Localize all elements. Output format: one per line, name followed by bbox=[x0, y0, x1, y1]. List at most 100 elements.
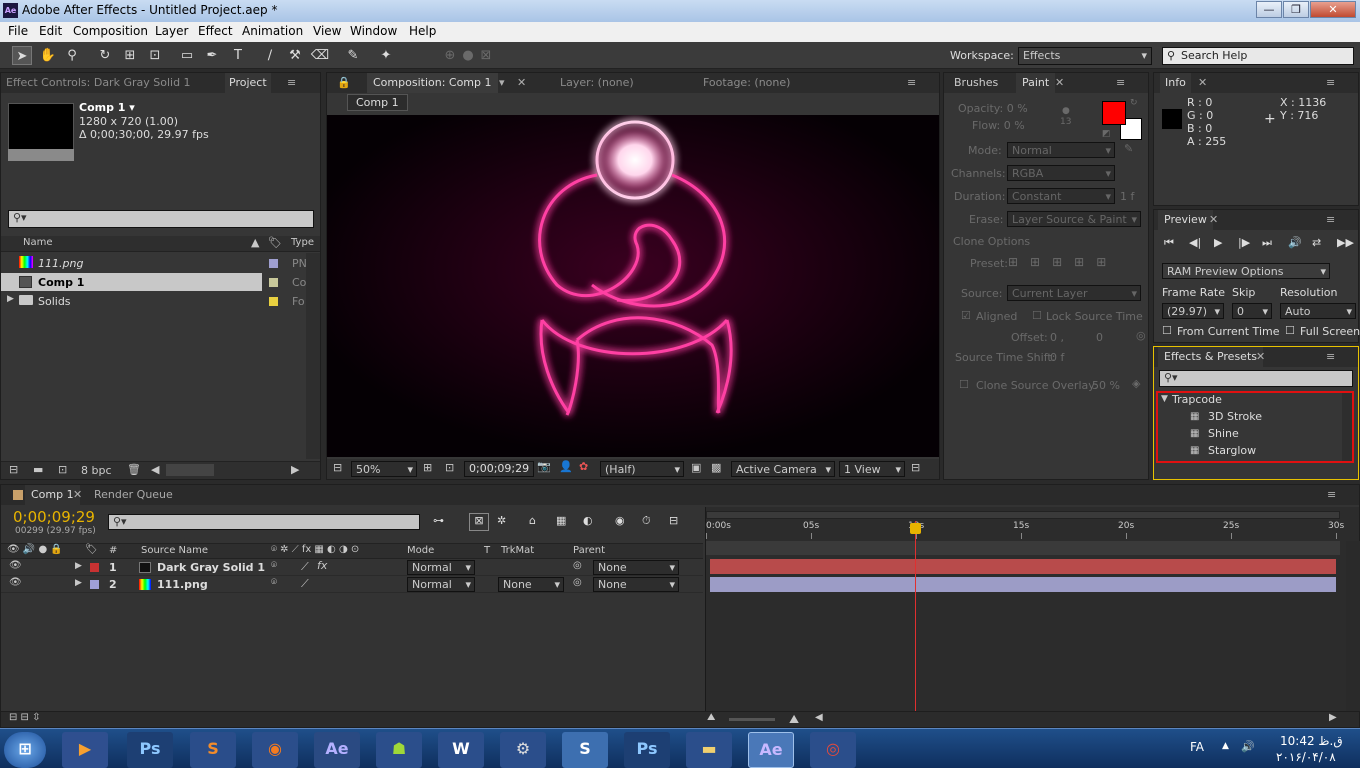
trash-icon[interactable]: 🗑 bbox=[127, 463, 141, 476]
layer-mode-dropdown[interactable]: Normal ▾ bbox=[407, 577, 475, 592]
pan-behind-tool-icon[interactable]: ⊡ bbox=[145, 46, 165, 65]
tab-footage[interactable]: Footage: (none) bbox=[703, 73, 790, 93]
view-layout-dropdown[interactable]: 1 View ▾ bbox=[839, 461, 905, 477]
close-tab-icon[interactable]: ✕ bbox=[517, 73, 526, 93]
minimize-button[interactable]: — bbox=[1256, 1, 1282, 18]
timeline-search-input[interactable]: ⚲▾ bbox=[108, 514, 420, 530]
scroll-right-icon[interactable]: ▶ bbox=[1329, 712, 1337, 723]
eraser-tool-icon[interactable]: ⌫ bbox=[310, 46, 330, 65]
tab-project[interactable]: Project bbox=[225, 73, 271, 93]
layer-name[interactable]: 111.png bbox=[157, 578, 208, 591]
shy-switch-icon[interactable]: ⌾ bbox=[271, 560, 277, 571]
panel-menu-icon[interactable]: ≡ bbox=[1326, 210, 1335, 230]
expand-arrow-icon[interactable]: ▶ bbox=[75, 578, 82, 588]
clock-date[interactable]: ۲۰۱۶/۰۴/۰۸ bbox=[1276, 750, 1336, 764]
restore-button[interactable]: ❐ bbox=[1283, 1, 1309, 18]
brush-tool-icon[interactable]: ∕ bbox=[260, 46, 280, 65]
software-icon[interactable]: S bbox=[190, 732, 236, 768]
clone-overlay-checkbox[interactable]: ☐ bbox=[959, 378, 969, 391]
full-screen-checkbox[interactable]: ☐ bbox=[1285, 324, 1295, 337]
menu-edit[interactable]: Edit bbox=[39, 24, 62, 38]
zoom-in-icon[interactable]: ⛰ bbox=[789, 712, 799, 727]
menu-animation[interactable]: Animation bbox=[242, 24, 303, 38]
col-mode[interactable]: Mode bbox=[407, 545, 434, 556]
scroll-left-icon[interactable]: ◀ bbox=[151, 463, 159, 476]
foreground-color-swatch[interactable] bbox=[1102, 101, 1126, 125]
selection-tool-icon[interactable]: ➤ bbox=[12, 46, 32, 65]
source-dropdown[interactable]: Current Layer ▾ bbox=[1007, 285, 1141, 301]
col-t[interactable]: T bbox=[484, 545, 490, 556]
brainstorm-icon[interactable]: ◉ bbox=[615, 514, 625, 527]
android-icon[interactable]: ☗ bbox=[376, 732, 422, 768]
source-time-shift-value[interactable]: 0 f bbox=[1050, 351, 1064, 364]
label-color[interactable] bbox=[269, 278, 278, 287]
camera-tool-icon[interactable]: ⊞ bbox=[120, 46, 140, 65]
duration-dropdown[interactable]: Constant ▾ bbox=[1007, 188, 1115, 204]
col-name[interactable]: Name bbox=[23, 237, 53, 248]
chrome-icon[interactable]: ◎ bbox=[810, 732, 856, 768]
menu-composition[interactable]: Composition bbox=[73, 24, 148, 38]
resolution-dropdown[interactable]: Auto ▾ bbox=[1280, 303, 1356, 319]
rotate-tool-icon[interactable]: ↻ bbox=[95, 46, 115, 65]
visibility-eye-icon[interactable]: 👁 bbox=[9, 560, 22, 571]
table-row[interactable]: 👁 ▶ 1 Dark Gray Solid 1 ⌾ ⟋ fx Normal ▾ ◎… bbox=[1, 559, 703, 576]
lock-icon[interactable]: 🔒 bbox=[337, 73, 351, 93]
last-frame-icon[interactable]: ⏭ bbox=[1262, 236, 1272, 250]
timeline-scrollbar[interactable] bbox=[1346, 541, 1360, 711]
col-type[interactable]: Type bbox=[291, 237, 314, 248]
start-button-icon[interactable]: ⊞ bbox=[4, 732, 46, 768]
list-item[interactable]: ▶ Solids Fo bbox=[1, 292, 306, 310]
reset-offset-icon[interactable]: ◎ bbox=[1136, 329, 1146, 342]
pen-tool-icon[interactable]: ✒ bbox=[202, 46, 222, 65]
snapshot-icon[interactable]: 📷 bbox=[537, 460, 551, 473]
tab-effects-presets[interactable]: Effects & Presets bbox=[1158, 347, 1263, 367]
rectangle-tool-icon[interactable]: ▭ bbox=[177, 46, 197, 65]
after-effects-icon[interactable]: Ae bbox=[314, 732, 360, 768]
show-snapshot-icon[interactable]: 👤 bbox=[559, 460, 573, 473]
layer-trkmat-dropdown[interactable]: None ▾ bbox=[498, 577, 564, 592]
timeline-timecode[interactable]: 0;00;09;29 bbox=[13, 508, 95, 526]
effects-scrollbar[interactable] bbox=[1342, 393, 1352, 461]
panel-menu-icon[interactable]: ≡ bbox=[1116, 73, 1125, 93]
firefox-icon[interactable]: ◉ bbox=[252, 732, 298, 768]
duration-value[interactable]: 1 f bbox=[1120, 190, 1134, 203]
comp-name[interactable]: Comp 1 ▾ bbox=[79, 101, 135, 114]
zoom-tool-icon[interactable]: ⚲ bbox=[62, 46, 82, 65]
expand-arrow-icon[interactable]: ▶ bbox=[75, 561, 82, 571]
hand-tool-icon[interactable]: ✋ bbox=[38, 46, 58, 65]
comp-dropdown-icon[interactable]: ▾ bbox=[499, 73, 505, 93]
word-icon[interactable]: W bbox=[438, 732, 484, 768]
collapse-arrow-icon[interactable]: ▼ bbox=[1161, 394, 1168, 404]
menu-layer[interactable]: Layer bbox=[155, 24, 188, 38]
panel-menu-icon[interactable]: ≡ bbox=[1326, 347, 1335, 367]
time-ruler[interactable]: 0:00s05s10s15s20s25s30s bbox=[706, 521, 1344, 539]
menu-effect[interactable]: Effect bbox=[198, 24, 233, 38]
region-of-interest-icon[interactable]: ▣ bbox=[691, 461, 701, 474]
tab-timeline-comp[interactable]: Comp 1 bbox=[25, 485, 80, 505]
fit-icon[interactable]: ⊞ bbox=[423, 461, 432, 474]
toggle-pixel-aspect-icon[interactable]: ⊟ bbox=[911, 461, 920, 474]
project-search-input[interactable]: ⚲▾ bbox=[8, 210, 314, 228]
close-tab-icon[interactable]: ✕ bbox=[1256, 347, 1265, 367]
channel-icon[interactable]: ✿ bbox=[579, 460, 588, 473]
live-update-icon[interactable]: ⊠ bbox=[469, 513, 489, 531]
toggle-switches-icon[interactable]: ⊟ ⊟ ⇳ bbox=[9, 712, 41, 723]
panel-menu-icon[interactable]: ≡ bbox=[1327, 485, 1336, 505]
ram-preview-icon[interactable]: ▶▶ bbox=[1337, 236, 1354, 249]
menu-file[interactable]: File bbox=[8, 24, 28, 38]
search-help-input[interactable]: ⚲ Search Help bbox=[1162, 47, 1354, 65]
menu-help[interactable]: Help bbox=[409, 24, 436, 38]
layer-bar-1[interactable] bbox=[710, 559, 1336, 574]
frame-blending-icon[interactable]: ▦ bbox=[556, 514, 566, 527]
safe-margins-icon[interactable]: ⊡ bbox=[445, 461, 454, 474]
camera-dropdown[interactable]: Active Camera ▾ bbox=[731, 461, 835, 477]
offset-y[interactable]: 0 bbox=[1096, 331, 1103, 344]
col-parent[interactable]: Parent bbox=[573, 545, 605, 556]
shy-switch-icon[interactable]: ⌾ bbox=[271, 577, 277, 588]
motion-blur-icon[interactable]: ◐ bbox=[583, 514, 593, 527]
effect-item-shine[interactable]: Shine bbox=[1208, 427, 1239, 440]
current-time-display[interactable]: 0;00;09;29 bbox=[464, 461, 535, 477]
quality-switch-icon[interactable]: ⟋ bbox=[301, 560, 309, 574]
label-color[interactable] bbox=[269, 259, 278, 268]
menu-view[interactable]: View bbox=[313, 24, 341, 38]
